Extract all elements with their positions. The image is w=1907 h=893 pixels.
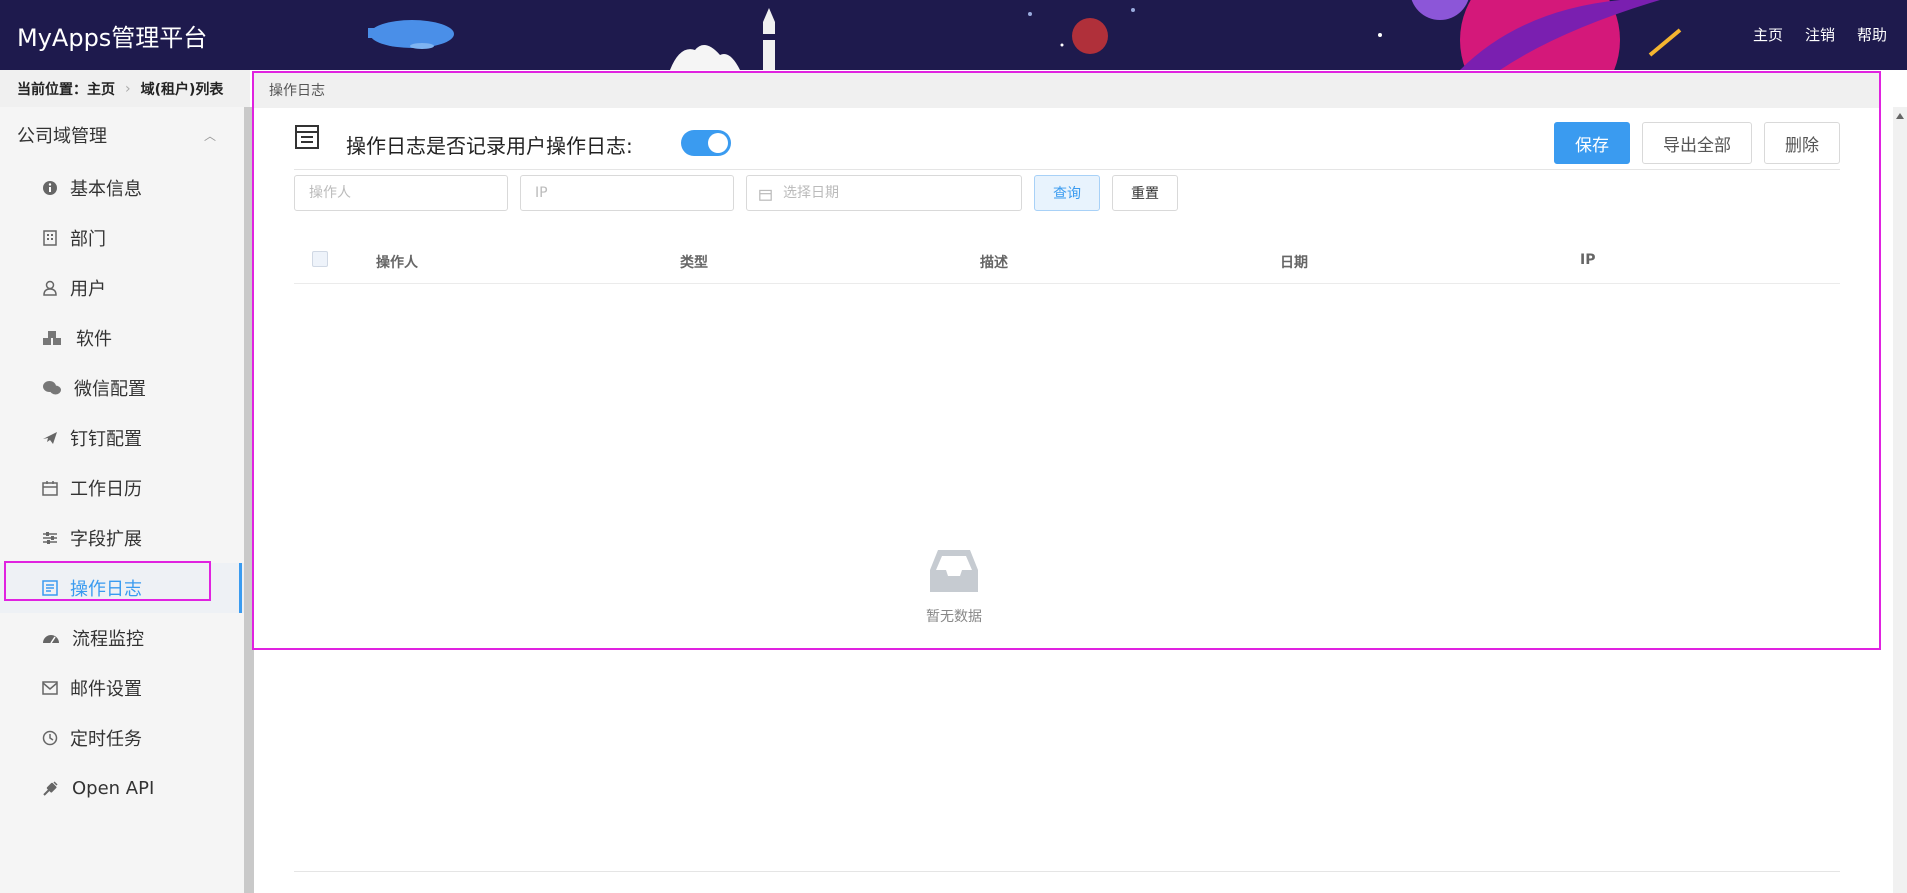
sidebar-item-label: 软件 [76, 329, 112, 350]
tab-strip: 操作日志 [254, 72, 1880, 108]
sidebar-item-label: 字段扩展 [70, 529, 142, 550]
calendar-icon [42, 480, 58, 496]
plane-icon [42, 430, 58, 446]
sidebar-item-label: 邮件设置 [70, 679, 142, 700]
clock-icon [42, 730, 58, 746]
chevron-up-icon[interactable]: ︿ [204, 127, 216, 144]
sidebar-item-department[interactable]: 部门 [0, 213, 244, 263]
sidebar-item-label: 流程监控 [72, 629, 144, 650]
column-header-date[interactable]: 日期 [1280, 252, 1308, 272]
header-illustration [368, 0, 1682, 70]
sidebar-item-user[interactable]: 用户 [0, 263, 244, 313]
wechat-icon [42, 380, 62, 396]
save-button[interactable]: 保存 [1554, 122, 1630, 164]
page-scrollbar[interactable] [1893, 107, 1907, 893]
sidebar-group-label: 公司域管理 [17, 126, 107, 147]
sidebar-scrollbar[interactable] [244, 107, 254, 893]
dashboard-icon [42, 630, 60, 646]
building-icon [42, 230, 58, 246]
sidebar-group-company-domain[interactable]: 公司域管理 ︿ [0, 107, 244, 163]
date-picker[interactable] [746, 175, 1022, 211]
nav-home-link[interactable]: 主页 [1753, 24, 1783, 45]
sidebar-item-mail-settings[interactable]: 邮件设置 [0, 663, 244, 713]
nav-logout-link[interactable]: 注销 [1805, 24, 1835, 45]
sidebar-item-software[interactable]: 软件 [0, 313, 244, 363]
table-header: 操作人 类型 描述 日期 IP [294, 234, 1840, 284]
scroll-up-arrow-icon[interactable] [1896, 113, 1904, 119]
mail-icon [42, 680, 58, 696]
date-input[interactable] [746, 175, 1022, 211]
sidebar-item-process-monitor[interactable]: 流程监控 [0, 613, 244, 663]
sidebar-item-label: 工作日历 [70, 479, 142, 500]
nav-help-link[interactable]: 帮助 [1857, 24, 1887, 45]
sidebar-item-label: 操作日志 [70, 579, 142, 600]
delete-button[interactable]: 删除 [1764, 122, 1840, 164]
select-all-checkbox[interactable] [312, 251, 328, 267]
calendar-icon [759, 186, 772, 205]
breadcrumb-home[interactable]: 主页 [87, 79, 115, 99]
breadcrumb: 当前位置： 主页 › 域(租户)列表 [0, 70, 250, 107]
query-button[interactable]: 查询 [1034, 175, 1100, 211]
table-footer-divider [294, 871, 1840, 872]
column-header-ip[interactable]: IP [1580, 252, 1595, 268]
top-nav: 主页 注销 帮助 [1753, 24, 1887, 45]
tab-operation-log[interactable]: 操作日志 [269, 80, 325, 100]
toggle-knob [708, 133, 728, 153]
log-setting-title: 操作日志是否记录用户操作日志: [346, 134, 633, 158]
sidebar-item-label: 用户 [70, 279, 106, 300]
ip-input[interactable] [520, 175, 734, 211]
user-icon [42, 280, 58, 296]
cubes-icon [42, 330, 64, 346]
document-icon [294, 124, 320, 154]
column-header-operator[interactable]: 操作人 [376, 252, 418, 272]
reset-button[interactable]: 重置 [1112, 175, 1178, 211]
breadcrumb-current[interactable]: 域(租户)列表 [141, 79, 224, 99]
empty-state: 暂无数据 [894, 548, 1014, 626]
sidebar-item-basic-info[interactable]: 基本信息 [0, 163, 244, 213]
filter-bar: 查询 重置 [294, 175, 1178, 211]
main-panel: 操作日志是否记录用户操作日志: 保存 导出全部 删除 查询 重置 操作人 类型 … [254, 108, 1880, 893]
sidebar-item-scheduled-task[interactable]: 定时任务 [0, 713, 244, 763]
column-header-type[interactable]: 类型 [680, 252, 708, 272]
sidebar-item-label: 基本信息 [70, 179, 142, 200]
sidebar-item-field-extension[interactable]: 字段扩展 [0, 513, 244, 563]
sidebar-item-wechat[interactable]: 微信配置 [0, 363, 244, 413]
brand-logo[interactable]: MyApps管理平台 [17, 18, 207, 53]
info-icon [42, 180, 58, 196]
sidebar-item-dingtalk[interactable]: 钉钉配置 [0, 413, 244, 463]
column-header-description[interactable]: 描述 [980, 252, 1008, 272]
breadcrumb-label: 当前位置： [17, 81, 87, 98]
top-header: MyApps管理平台 主页 注销 帮助 [0, 0, 1907, 70]
action-buttons: 保存 导出全部 删除 [1554, 122, 1840, 164]
sidebar-item-label: 定时任务 [70, 729, 142, 750]
export-all-button[interactable]: 导出全部 [1642, 122, 1752, 164]
sidebar-item-operation-log[interactable]: 操作日志 [0, 563, 244, 613]
log-icon [42, 580, 58, 596]
sidebar-item-open-api[interactable]: Open API [0, 763, 244, 813]
empty-text: 暂无数据 [926, 609, 982, 625]
plug-icon [42, 780, 60, 796]
sidebar-item-work-calendar[interactable]: 工作日历 [0, 463, 244, 513]
sidebar-item-label: 钉钉配置 [70, 429, 142, 450]
log-settings-header: 操作日志是否记录用户操作日志: 保存 导出全部 删除 [294, 116, 1840, 170]
sidebar-item-label: Open API [72, 777, 155, 799]
sidebar-item-label: 微信配置 [74, 379, 146, 400]
breadcrumb-separator-icon: › [125, 80, 131, 97]
sliders-icon [42, 530, 58, 546]
sidebar: 公司域管理 ︿ 基本信息 部门 用户 软件 微信配置 钉钉配置 工作日历 字段扩… [0, 107, 244, 893]
sidebar-item-label: 部门 [70, 229, 106, 250]
log-record-toggle[interactable] [681, 130, 731, 156]
operator-input[interactable] [294, 175, 508, 211]
empty-inbox-icon [930, 550, 978, 592]
